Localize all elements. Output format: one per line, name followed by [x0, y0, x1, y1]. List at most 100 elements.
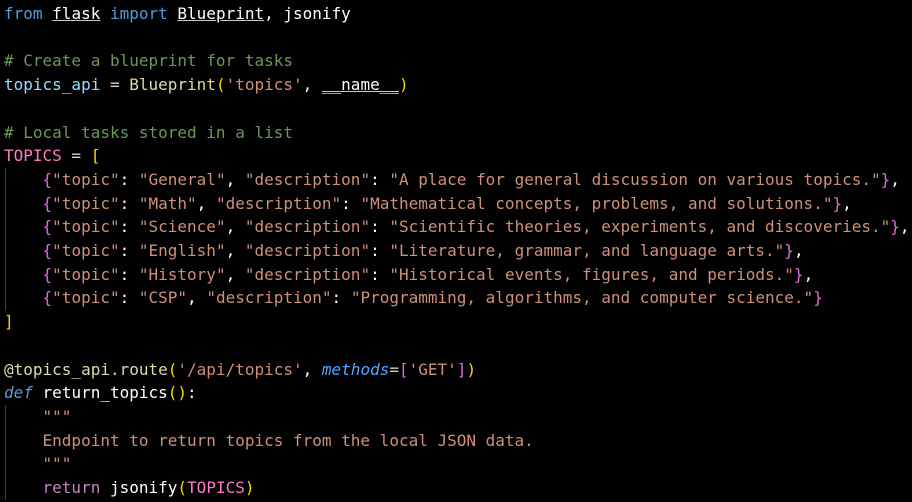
code-token: 'topics': [225, 75, 303, 95]
code-token: "description": [244, 169, 371, 189]
code-line[interactable]: topics_api = Blueprint('topics', __name_…: [4, 73, 409, 97]
code-token: (: [177, 478, 188, 497]
code-token: ,: [225, 217, 245, 237]
code-token: {: [42, 217, 53, 237]
code-token: :: [119, 264, 139, 284]
code-token: (: [215, 75, 226, 95]
code-token: Endpoint to return topics from the local…: [42, 430, 534, 450]
code-token: [: [398, 359, 409, 379]
code-token: # Local tasks stored in a list: [4, 122, 293, 142]
code-token: ,: [899, 217, 910, 237]
code-line[interactable]: TOPICS = [: [4, 144, 100, 168]
indent-guide: [5, 167, 6, 311]
code-token: :: [187, 383, 197, 403]
code-token: }: [890, 217, 900, 237]
code-token: :: [119, 217, 139, 237]
code-token: {: [42, 288, 53, 308]
code-token: methods: [321, 359, 390, 379]
code-token: :: [119, 193, 139, 213]
code-token: :: [119, 288, 139, 308]
code-token: ,: [196, 193, 216, 213]
code-token: ,: [842, 193, 852, 213]
code-token: :: [370, 241, 390, 260]
code-token: :: [119, 169, 139, 189]
code-token: =: [389, 359, 399, 379]
code-token: }: [813, 288, 823, 308]
code-token: ,: [302, 75, 322, 95]
code-token: :: [370, 169, 390, 189]
code-token: }: [832, 193, 843, 213]
code-token: ): [244, 478, 255, 497]
code-token: :: [341, 193, 361, 213]
code-line[interactable]: """: [4, 452, 72, 476]
code-token: flask: [52, 4, 101, 23]
code-token: "description": [244, 264, 371, 284]
code-token: "Programming, algorithms, and computer s…: [350, 288, 814, 308]
code-token: __name__: [321, 75, 399, 95]
code-token: topics_api: [4, 75, 101, 95]
code-token: "Literature, grammar, and language arts.…: [389, 241, 785, 260]
code-token: "description": [215, 193, 342, 213]
code-token: Blueprint: [177, 4, 265, 23]
code-token: "English": [138, 241, 226, 260]
code-token: {: [42, 169, 53, 189]
code-token: "Historical events, figures, and periods…: [389, 264, 794, 284]
code-token: jsonify: [109, 478, 178, 497]
code-token: [: [90, 146, 101, 166]
code-line[interactable]: Endpoint to return topics from the local…: [4, 429, 534, 453]
code-token: 'GET': [408, 359, 457, 379]
code-line[interactable]: """: [4, 405, 72, 429]
code-line[interactable]: # Create a blueprint for tasks: [4, 49, 293, 73]
code-token: ]: [4, 312, 14, 332]
code-line[interactable]: {"topic": "Math", "description": "Mathem…: [4, 192, 852, 216]
code-token: (: [167, 359, 178, 379]
code-editor[interactable]: from flask import Blueprint, jsonify # Cr…: [0, 0, 912, 502]
code-line[interactable]: {"topic": "General", "description": "A p…: [4, 168, 900, 192]
code-token: {: [42, 241, 53, 260]
code-token: "Math": [138, 193, 197, 213]
code-token: :: [119, 241, 139, 260]
code-token: }: [784, 241, 794, 260]
code-token: ): [466, 359, 477, 379]
code-token: ,: [302, 359, 322, 379]
code-token: """: [42, 406, 72, 426]
code-line[interactable]: from flask import Blueprint, jsonify: [4, 2, 351, 26]
code-token: {: [42, 264, 53, 284]
code-line[interactable]: {"topic": "History", "description": "His…: [4, 263, 814, 287]
code-token: "topic": [52, 264, 120, 284]
code-token: '/api/topics': [177, 359, 303, 379]
code-line[interactable]: # Local tasks stored in a list: [4, 121, 293, 145]
code-token: TOPICS: [187, 478, 245, 497]
code-line[interactable]: ]: [4, 310, 14, 334]
code-token: }: [793, 264, 804, 284]
code-line[interactable]: {"topic": "English", "description": "Lit…: [4, 239, 804, 263]
code-token: @topics_api.route: [4, 359, 168, 379]
code-token: Blueprint: [129, 75, 216, 95]
code-token: "topic": [52, 288, 120, 308]
code-token: return_topics: [42, 383, 168, 403]
code-token: "History": [138, 264, 226, 284]
code-token: ,: [890, 169, 900, 189]
code-line[interactable]: @topics_api.route('/api/topics', methods…: [4, 358, 476, 382]
code-line[interactable]: def return_topics():: [4, 381, 197, 405]
code-token: # Create a blueprint for tasks: [4, 51, 293, 71]
code-token: ): [398, 75, 409, 95]
code-token: "topic": [52, 193, 120, 213]
code-token: "A place for general discussion on vario…: [389, 169, 881, 189]
code-line[interactable]: {"topic": "CSP", "description": "Program…: [4, 286, 823, 310]
code-line[interactable]: return jsonify(TOPICS): [4, 476, 255, 500]
code-token: import: [100, 4, 178, 23]
code-token: """: [42, 454, 72, 474]
code-line[interactable]: {"topic": "Science", "description": "Sci…: [4, 215, 910, 239]
code-token: "topic": [52, 217, 120, 237]
indent-guide: [5, 404, 6, 500]
code-token: ,: [793, 241, 804, 260]
